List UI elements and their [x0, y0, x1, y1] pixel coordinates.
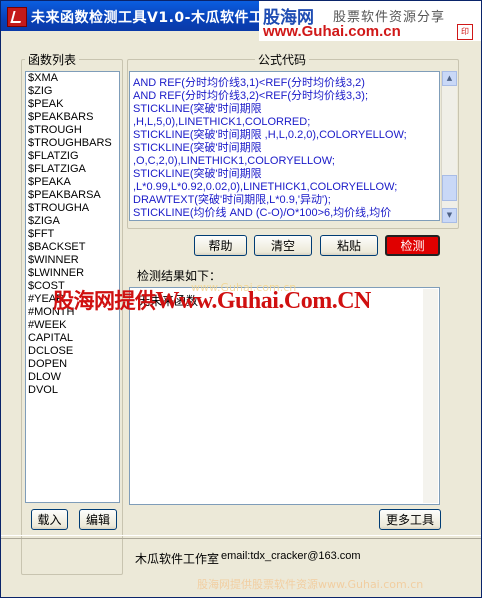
function-list-item[interactable]: $TROUGHBARS [26, 137, 119, 150]
code-line: STICKLINE(突破'时间期限 ,H,L,0.2,0),COLORYELLO… [133, 129, 407, 141]
main-window: 未来函数检测工具V1.0-木瓜软件工作 股海网 股票软件资源分享 www.Guh… [0, 0, 482, 598]
function-list-item[interactable]: $TROUGHA [26, 202, 119, 215]
scroll-thumb[interactable] [442, 175, 457, 201]
function-list-item[interactable]: CAPITAL [26, 332, 119, 345]
code-line: STICKLINE(突破'时间期限 [133, 142, 262, 154]
more-tools-button[interactable]: 更多工具 [379, 509, 441, 530]
scroll-up-icon[interactable]: ▲ [442, 71, 457, 86]
function-list-item[interactable]: $PEAKBARS [26, 111, 119, 124]
overlay-watermark-cn: 股海网提供 [53, 289, 156, 313]
code-line: ,L*0.99,L*0.92,0.02,0),LINETHICK1,COLORY… [133, 181, 398, 193]
help-button[interactable]: 帮助 [194, 235, 247, 256]
function-list-item[interactable]: $XMA [26, 72, 119, 85]
function-list-item[interactable]: $PEAKA [26, 176, 119, 189]
scroll-down-icon[interactable]: ▼ [442, 208, 457, 223]
app-icon [7, 7, 27, 27]
function-list-item[interactable]: $WINNER [26, 254, 119, 267]
edit-button[interactable]: 编辑 [79, 509, 117, 530]
result-scrollbar[interactable] [423, 289, 438, 503]
site-url: www.Guhai.com.cn [263, 23, 401, 40]
function-list-item[interactable]: $FLATZIG [26, 150, 119, 163]
footer-divider [1, 535, 481, 539]
function-list-item[interactable]: $FFT [26, 228, 119, 241]
seal-icon: 印 [457, 24, 473, 40]
code-scrollbar[interactable]: ▲ ▼ [441, 71, 457, 223]
code-line: ,O,C,2,0),LINETHICK1,COLORYELLOW; [133, 155, 335, 167]
function-list-label: 函数列表 [25, 51, 80, 68]
code-line: STICKLINE(突破'时间期限 [133, 168, 262, 180]
paste-button[interactable]: 粘贴 [320, 235, 378, 256]
clear-button[interactable]: 清空 [254, 235, 312, 256]
function-list-item[interactable]: DCLOSE [26, 345, 119, 358]
code-line: AND REF(分时均价线3,1)<REF(分时均价线3,2) [133, 77, 365, 89]
load-button[interactable]: 载入 [31, 509, 68, 530]
code-line: ,H,L,5,0),LINETHICK1,COLORRED; [133, 116, 311, 128]
code-line: STICKLINE(均价线 AND (C-O)/O*100>6,均价线,均价 [133, 207, 392, 219]
bottom-watermark: 股海网提供股票软件资源www.Guhai.com.cn [197, 578, 424, 591]
function-list-item[interactable]: $ZIG [26, 85, 119, 98]
function-list-item[interactable]: $ZIGA [26, 215, 119, 228]
overlay-watermark: 股海网提供Www.Guhai.Com.CN [53, 285, 371, 315]
code-line: AND REF(分时均价线3,2)<REF(分时均价线3,3); [133, 90, 368, 102]
site-watermark-banner: 股海网 股票软件资源分享 www.Guhai.com.cn 印 [259, 1, 481, 41]
formula-code-editor[interactable]: AND REF(分时均价线3,1)<REF(分时均价线3,2) AND REF(分… [129, 71, 440, 221]
function-list-item[interactable]: $PEAKBARSA [26, 189, 119, 202]
function-list-item[interactable]: DOPEN [26, 358, 119, 371]
function-list-item[interactable]: $BACKSET [26, 241, 119, 254]
result-textbox[interactable]: 无未来函数 [129, 287, 440, 505]
code-line: STICKLINE(突破'时间期限 [133, 103, 262, 115]
footer-email: email:tdx_cracker@163.com [221, 550, 361, 562]
function-list-item[interactable]: $FLATZIGA [26, 163, 119, 176]
function-list-item[interactable]: DVOL [26, 384, 119, 397]
footer-studio: 木瓜软件工作室 [135, 552, 220, 566]
window-title: 未来函数检测工具V1.0-木瓜软件工作 [31, 10, 278, 26]
function-list-item[interactable]: $TROUGH [26, 124, 119, 137]
function-list-item[interactable]: #WEEK [26, 319, 119, 332]
check-button[interactable]: 检测 [385, 235, 440, 256]
formula-code-label: 公式代码 [255, 51, 310, 68]
code-line: DRAWTEXT(突破'时间期限,L*0.9,'异动'); [133, 194, 331, 206]
function-list-item[interactable]: $PEAK [26, 98, 119, 111]
function-list-item[interactable]: DLOW [26, 371, 119, 384]
overlay-watermark-url: Www.Guhai.Com.CN [155, 288, 372, 314]
function-list-item[interactable]: $LWINNER [26, 267, 119, 280]
